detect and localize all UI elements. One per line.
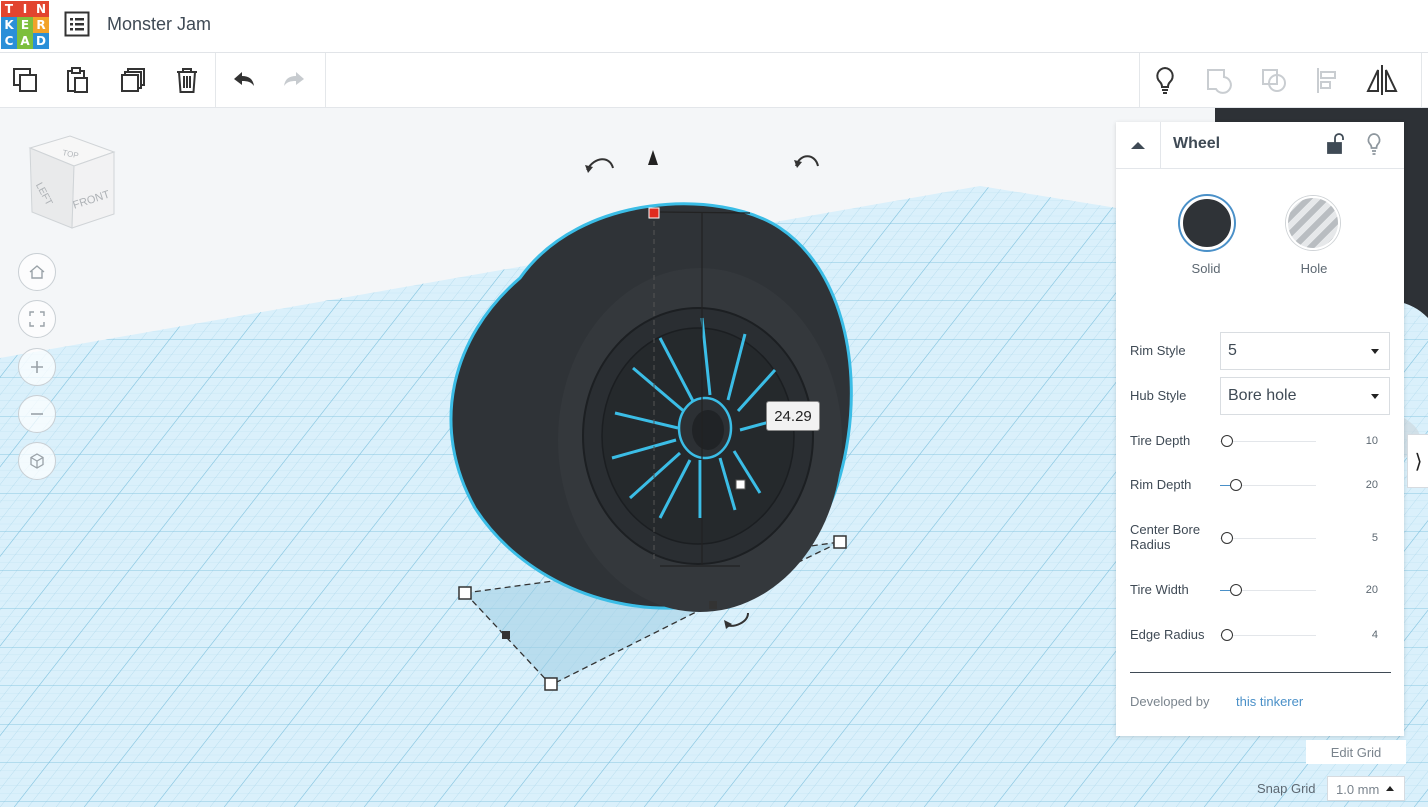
zoom-in-icon[interactable] [18,348,56,386]
hub-style-select[interactable]: Bore hole [1220,377,1390,415]
view-cube[interactable]: TOP LEFT FRONT [18,126,128,236]
logo-letter: K [1,17,17,33]
height-handle[interactable] [648,207,660,219]
logo-letter: R [33,17,49,33]
snap-grid-label: Snap Grid [1257,781,1316,796]
dimension-value-input[interactable]: 24.29 [766,401,820,431]
inspector-header: Wheel [1116,122,1404,169]
corner-handle[interactable] [833,535,847,549]
edge-handle[interactable] [502,631,510,639]
lift-arrow-icon[interactable] [648,150,658,165]
chevron-right-icon: ⟩ [1414,450,1423,473]
top-bar: T I N K E R C A D Monster Jam [0,0,1428,53]
slider-label: Tire Depth [1130,433,1191,448]
design-list-icon[interactable] [64,11,90,37]
toolbar [0,53,1428,108]
edge-radius-knob[interactable] [1221,629,1233,641]
tire-depth-knob[interactable] [1221,435,1233,447]
home-view-icon[interactable] [18,253,56,291]
trash-icon[interactable] [170,63,204,97]
logo-letter: D [33,33,49,49]
ungroup-icon[interactable] [1257,63,1291,97]
hub-style-label: Hub Style [1130,388,1187,403]
edge-radius-track[interactable] [1220,635,1316,636]
shape-name[interactable]: Wheel [1173,135,1220,153]
expand-shapes-panel-button[interactable]: ⟩ [1407,434,1428,488]
resize-handle[interactable] [735,479,746,490]
group-icon[interactable] [1202,63,1236,97]
lightbulb-icon[interactable] [1148,63,1182,97]
logo-letter: C [1,33,17,49]
hub-style-value: Bore hole [1228,387,1297,404]
tinkercad-logo[interactable]: T I N K E R C A D [1,1,49,49]
logo-letter: T [1,1,17,17]
project-title[interactable]: Monster Jam [107,14,211,35]
corner-handle[interactable] [544,677,558,691]
corner-handle[interactable] [458,586,472,600]
rim-style-value: 5 [1228,342,1237,359]
tire-width-knob[interactable] [1230,584,1242,596]
zoom-out-icon[interactable] [18,395,56,433]
collapse-panel-button[interactable] [1116,122,1161,168]
logo-letter: A [17,33,33,49]
logo-letter: I [17,1,33,17]
snap-grid-value: 1.0 mm [1336,782,1380,797]
hole-label: Hole [1300,261,1328,276]
slider-value: 20 [1365,479,1378,491]
chevron-up-icon [1131,142,1145,149]
developer-link[interactable]: this tinkerer [1236,694,1303,709]
slider-value: 5 [1371,532,1378,544]
solid-label: Solid [1191,261,1221,276]
chevron-down-icon [1371,394,1379,399]
developed-by-label: Developed by [1130,694,1210,709]
rim-style-select[interactable]: 5 [1220,332,1390,370]
center-bore-knob[interactable] [1221,532,1233,544]
lightbulb-icon[interactable] [1365,132,1383,161]
rim-depth-knob[interactable] [1230,479,1242,491]
slider-label: Tire Width [1130,582,1189,597]
perspective-icon[interactable] [18,442,56,480]
logo-letter: N [33,1,49,17]
slider-value: 20 [1365,584,1378,596]
slider-label: Center Bore Radius [1130,522,1201,552]
slider-label: Rim Depth [1130,477,1192,492]
slider-value: 10 [1365,435,1378,447]
solid-color-swatch[interactable] [1180,196,1234,250]
fit-view-icon[interactable] [18,300,56,338]
edge-handle[interactable] [709,601,717,609]
mirror-icon[interactable] [1365,63,1399,97]
snap-grid-select[interactable]: 1.0 mm [1327,776,1405,801]
edit-grid-button[interactable]: Edit Grid [1306,740,1406,764]
center-bore-track[interactable] [1220,538,1316,539]
chevron-up-icon [1386,786,1394,791]
copy-icon[interactable] [8,63,42,97]
chevron-down-icon [1371,349,1379,354]
shape-inspector-panel: Wheel Solid Hole Rim Style 5 Hub Style B… [1116,122,1404,736]
slider-label: Edge Radius [1130,627,1205,642]
logo-letter: E [17,17,33,33]
undo-icon[interactable] [226,63,260,97]
unlock-icon[interactable] [1326,133,1344,160]
rim-style-label: Rim Style [1130,343,1186,358]
tire-depth-track[interactable] [1220,441,1316,442]
paste-icon[interactable] [61,63,95,97]
duplicate-icon[interactable] [116,63,150,97]
redo-icon[interactable] [278,63,312,97]
hole-swatch[interactable] [1286,196,1340,250]
slider-value: 4 [1371,629,1378,641]
align-icon[interactable] [1311,63,1345,97]
